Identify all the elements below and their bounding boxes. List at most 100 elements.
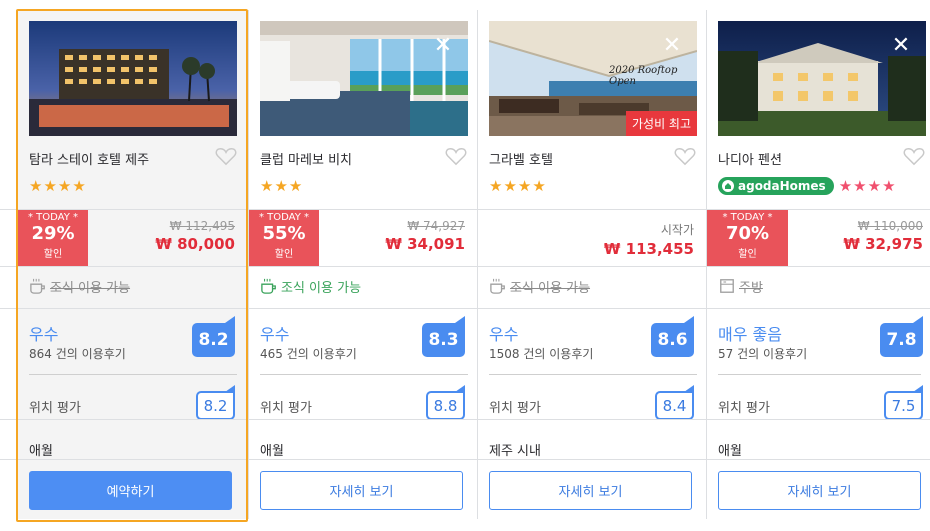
original-price: ₩ 110,000 [857,219,923,233]
view-details-button[interactable]: 자세히 보기 [260,471,463,510]
current-price: ₩ 80,000 [155,235,235,253]
review-score-badge: 8.2 [192,316,235,357]
row-divider [0,209,930,210]
original-price: ₩ 74,927 [407,219,465,233]
location-score-badge: 8.2 [196,385,235,420]
kitchen-info: 주방 [718,276,763,296]
discount-percent: 55% [262,223,306,244]
hotel-area: 애월 [260,444,284,459]
agoda-homes-label: agodaHomes [738,179,826,193]
book-button[interactable]: 예약하기 [29,471,232,510]
promo-badge: 가성비 최고 [625,111,697,136]
today-discount-badge: * TODAY * 55% 할인 [249,209,319,266]
view-details-button[interactable]: 자세히 보기 [718,471,921,510]
close-icon[interactable]: ✕ [432,35,454,57]
star-icon: ★ [288,176,303,195]
review-count[interactable]: 864 건의 이용후기 [29,345,126,362]
hotel-card-4: ✕ 나디아 펜션 agodaHomes ★ ★ ★ ★ * TODAY * 70% 할… [706,10,930,519]
location-rating-label: 위치 평가 [29,401,81,416]
star-icon: ★ [867,176,882,195]
breakfast-text: 조식 이용 가능 [50,280,131,296]
price-from-label: 시작가 [660,223,694,237]
row-divider [0,459,930,460]
review-rating-word: 매우 좋음 [718,325,782,344]
kitchen-icon [720,279,734,293]
location-score-badge: 8.8 [426,385,465,420]
heart-icon[interactable] [445,146,467,166]
star-icon: ★ [838,176,853,195]
star-icon: ★ [57,176,72,195]
location-score-badge: 8.4 [655,385,694,420]
breakfast-text: 조식 이용 가능 [510,280,591,296]
price-area: ₩ 110,000 ₩ 32,975 [843,219,923,253]
hotel-photo[interactable] [29,21,237,136]
hotel-area: 애월 [718,444,742,459]
close-icon[interactable]: ✕ [661,35,683,57]
original-price: ₩ 112,495 [169,219,235,233]
location-rating-label: 위치 평가 [489,401,541,416]
star-rating: ★ ★ ★ [260,176,303,196]
discount-label: 할인 [43,249,63,260]
hotel-card-1: 탐라 스테이 호텔 제주 ★ ★ ★ ★ * TODAY * 29% 할인 ₩ 112… [18,10,247,519]
heart-icon[interactable] [903,146,925,166]
coffee-cup-icon [261,278,276,294]
price-area: ₩ 74,927 ₩ 34,091 [385,219,465,253]
star-icon: ★ [532,176,546,195]
star-icon: ★ [503,176,517,195]
row-divider [0,308,930,309]
discount-percent: 29% [31,223,75,244]
coffee-cup-icon [490,278,505,294]
current-price: ₩ 32,975 [843,235,923,253]
hotel-photo[interactable]: ✕ [260,21,468,136]
star-icon: ★ [274,176,288,195]
price-area: 시작가 ₩ 113,455 [604,221,694,258]
heart-icon[interactable] [215,146,237,166]
close-icon[interactable]: ✕ [890,35,912,57]
today-discount-badge: * TODAY * 70% 할인 [707,209,788,266]
breakfast-info: 조식 이용 가능 [29,276,130,296]
breakfast-text: 조식 이용 가능 [281,280,362,296]
hotel-photo[interactable]: ✕ 2020 Rooftop Open 가성비 최고 [489,21,697,136]
agoda-homes-badge: agodaHomes [718,177,834,195]
hotel-name[interactable]: 나디아 펜션 [718,149,782,168]
hotel-name[interactable]: 탐라 스테이 호텔 제주 [29,149,149,168]
star-icon: ★ [489,176,503,195]
review-count[interactable]: 57 건의 이용후기 [718,345,807,362]
divider [718,374,921,375]
star-icon: ★ [517,176,532,195]
row-divider [0,419,930,420]
hotel-card-2: ✕ 클럽 마레보 비치 ★ ★ ★ * TODAY * 55% 할인 ₩ 74,92… [248,10,477,519]
discount-label: 할인 [274,249,294,260]
breakfast-info: 조식 이용 가능 [260,276,361,296]
home-icon [722,180,734,192]
coffee-cup-icon [30,278,45,294]
divider [489,374,697,375]
review-score-badge: 8.3 [422,316,465,357]
current-price: ₩ 34,091 [385,235,465,253]
hotel-name[interactable]: 그라벨 호텔 [489,149,553,168]
hotel-area: 애월 [29,444,53,459]
hotel-comparison: 탐라 스테이 호텔 제주 ★ ★ ★ ★ * TODAY * 29% 할인 ₩ 112… [0,0,930,531]
hotel-photo[interactable]: ✕ [718,21,926,136]
review-rating-word: 우수 [260,325,290,344]
star-icon: ★ [260,176,274,195]
divider [29,374,237,375]
row-divider [0,266,930,267]
today-label: * TODAY * [258,212,310,223]
hotel-card-3: ✕ 2020 Rooftop Open 가성비 최고 그라벨 호텔 ★ ★ ★ ★ 시… [477,10,706,519]
discount-label: 할인 [738,249,757,260]
star-icon: ★ [29,176,43,195]
heart-icon[interactable] [674,146,696,166]
hotel-name[interactable]: 클럽 마레보 비치 [260,149,352,168]
breakfast-info: 조식 이용 가능 [489,276,590,296]
review-count[interactable]: 1508 건의 이용후기 [489,345,593,362]
review-count[interactable]: 465 건의 이용후기 [260,345,357,362]
discount-percent: 70% [725,223,770,244]
current-price: ₩ 113,455 [603,240,694,258]
today-label: * TODAY * [722,212,773,223]
location-rating-label: 위치 평가 [260,401,312,416]
review-rating-word: 우수 [29,325,59,344]
view-details-button[interactable]: 자세히 보기 [489,471,692,510]
location-score-badge: 7.5 [884,385,923,420]
review-score-badge: 7.8 [880,316,923,357]
